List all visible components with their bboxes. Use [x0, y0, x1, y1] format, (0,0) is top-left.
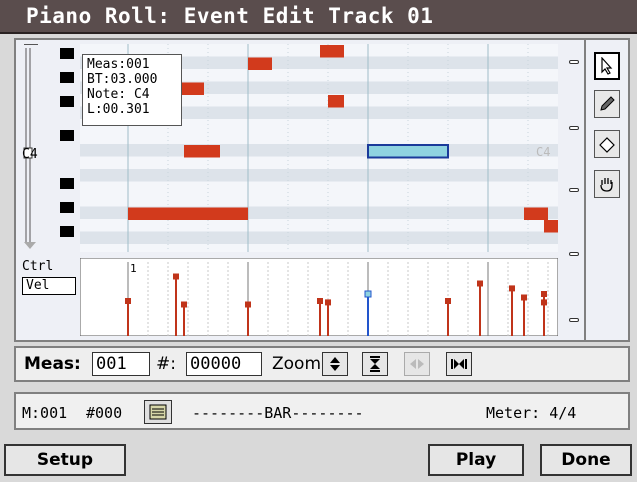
- velocity-handle[interactable]: [125, 298, 131, 304]
- velocity-handle[interactable]: [364, 290, 372, 298]
- velocity-handle[interactable]: [521, 294, 527, 301]
- pointer-tool-button[interactable]: [594, 52, 620, 80]
- note[interactable]: [184, 145, 220, 158]
- velocity-handle[interactable]: [445, 298, 451, 304]
- horizontal-zoom-icon: [451, 359, 467, 369]
- velocity-handle[interactable]: [317, 298, 323, 304]
- vertical-zoom-icon: [370, 356, 380, 372]
- note[interactable]: [320, 45, 344, 58]
- grid-row: [80, 131, 558, 144]
- pencil-tool-button[interactable]: [594, 90, 620, 118]
- measure-marker: 1: [130, 262, 137, 275]
- zoom-slider-mark[interactable]: [569, 60, 579, 64]
- eraser-icon: [599, 137, 615, 153]
- selected-note[interactable]: [367, 144, 449, 159]
- zoom-slider-mark[interactable]: [569, 252, 579, 256]
- grid-row: [80, 219, 558, 232]
- velocity-handle[interactable]: [181, 301, 187, 308]
- leftright-arrow-icon: [410, 359, 424, 369]
- arrow-icon: [601, 57, 613, 75]
- meas-label: Meas:: [24, 354, 81, 374]
- play-button[interactable]: Play: [428, 444, 524, 476]
- scroll-down-arrow-icon[interactable]: [24, 242, 36, 249]
- tick-field[interactable]: 00000: [186, 352, 262, 376]
- hand-icon: [600, 178, 613, 192]
- note[interactable]: [544, 220, 558, 233]
- grid-row: [80, 156, 558, 169]
- zoom-label: Zoom: [272, 354, 322, 374]
- info-meas: Meas:001: [87, 57, 150, 72]
- info-length: L:00.301: [87, 102, 150, 117]
- title-bar: Piano Roll: Event Edit Track 01: [0, 0, 637, 34]
- velocity-handle[interactable]: [509, 285, 515, 292]
- setup-button[interactable]: Setup: [4, 444, 126, 476]
- c4-key-label: C4: [22, 147, 38, 162]
- grid-row: [80, 194, 558, 207]
- black-key: [60, 96, 74, 107]
- velocity-handle[interactable]: [477, 280, 483, 287]
- event-meas: M:001: [22, 404, 68, 422]
- info-note: Note: C4: [87, 87, 150, 102]
- zoom-slider-mark[interactable]: [569, 188, 579, 192]
- meas-field[interactable]: 001: [92, 352, 150, 376]
- tick-label: #:: [156, 354, 176, 374]
- grid-row: [80, 244, 558, 252]
- black-key: [60, 178, 74, 189]
- measure-row: Meas: 001 #: 00000 Zoom: [14, 346, 630, 382]
- note[interactable]: [328, 95, 344, 108]
- velocity-lane[interactable]: 1: [80, 258, 558, 336]
- event-type: --------BAR--------: [192, 404, 364, 422]
- grid-c4-label: C4: [536, 145, 550, 159]
- zoom-in-vertical-button[interactable]: [362, 352, 388, 376]
- black-key: [60, 48, 74, 59]
- pencil-icon: [600, 96, 615, 111]
- zoom-slider-mark[interactable]: [569, 318, 579, 322]
- note[interactable]: [248, 57, 272, 71]
- velocity-handle[interactable]: [541, 291, 547, 297]
- ctrl-label: Ctrl: [22, 259, 54, 274]
- zoom-horizontal-button[interactable]: [404, 352, 430, 376]
- event-info-row: M:001 #000 --------BAR-------- Meter: 4/…: [14, 392, 630, 430]
- note-info-box: Meas:001 BT:03.000 Note: C4 L:00.301: [82, 54, 182, 126]
- note[interactable]: [128, 207, 248, 221]
- ctrl-selector[interactable]: Vel: [22, 277, 76, 295]
- grid-row: [80, 181, 558, 194]
- event-number: #000: [86, 404, 123, 422]
- black-key: [60, 72, 74, 83]
- zoom-vertical-button[interactable]: [322, 352, 348, 376]
- meter: Meter: 4/4: [486, 404, 577, 422]
- velocity-handle[interactable]: [245, 301, 251, 308]
- zoom-in-horizontal-button[interactable]: [446, 352, 472, 376]
- done-button[interactable]: Done: [540, 444, 632, 476]
- list-icon: [149, 404, 167, 420]
- grid-row: [80, 231, 558, 244]
- black-key: [60, 226, 74, 237]
- zoom-slider-mark[interactable]: [569, 126, 579, 130]
- black-key: [60, 202, 74, 213]
- grid-row: [80, 144, 558, 157]
- updown-arrow-icon: [330, 357, 340, 371]
- piano-keyboard: [60, 44, 80, 252]
- event-list-button[interactable]: [144, 400, 172, 424]
- hand-tool-button[interactable]: [594, 170, 620, 198]
- info-beat: BT:03.000: [87, 72, 158, 87]
- black-key: [60, 130, 74, 141]
- velocity-handle[interactable]: [173, 273, 179, 280]
- grid-row: [80, 169, 558, 182]
- note[interactable]: [524, 207, 548, 221]
- eraser-tool-button[interactable]: [594, 130, 620, 158]
- velocity-handle[interactable]: [325, 299, 331, 306]
- window-title: Piano Roll: Event Edit Track 01: [26, 4, 434, 28]
